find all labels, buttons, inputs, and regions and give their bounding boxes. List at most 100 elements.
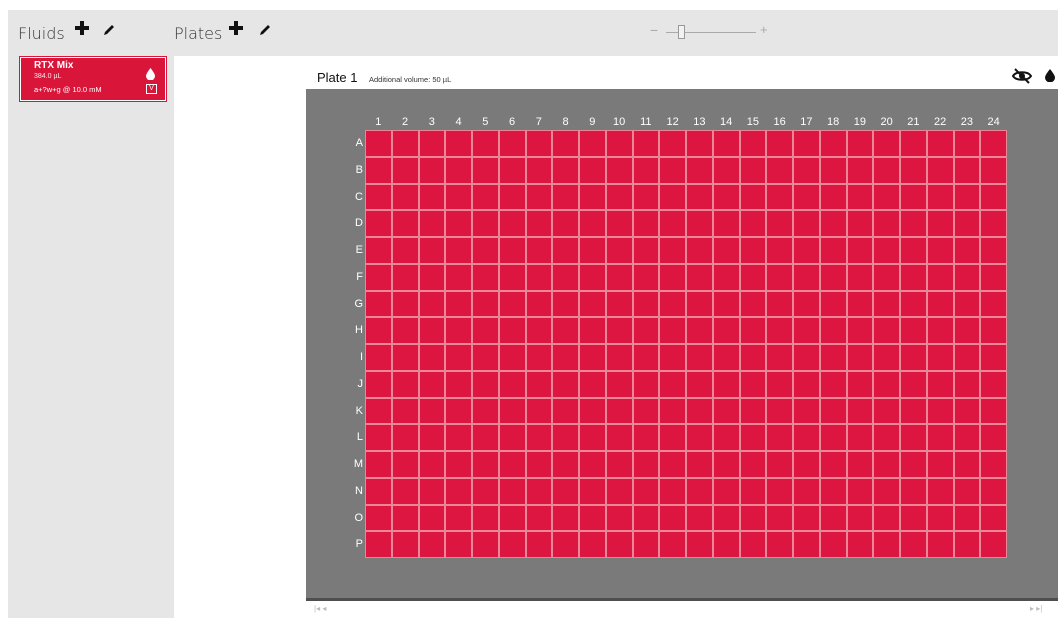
well[interactable] — [632, 344, 660, 371]
column-label[interactable]: 18 — [820, 116, 847, 128]
column-label[interactable]: 4 — [445, 116, 472, 128]
well[interactable] — [900, 156, 927, 184]
well[interactable] — [873, 156, 900, 184]
well[interactable] — [418, 237, 446, 264]
well[interactable] — [391, 263, 419, 291]
well[interactable] — [418, 424, 446, 451]
drop-icon[interactable] — [1045, 69, 1055, 87]
well[interactable] — [659, 477, 686, 505]
well[interactable] — [445, 451, 472, 478]
well[interactable] — [418, 130, 446, 157]
well[interactable] — [418, 210, 446, 237]
well[interactable] — [819, 290, 847, 318]
well[interactable] — [525, 237, 553, 264]
well[interactable] — [739, 183, 767, 211]
well[interactable] — [739, 156, 767, 184]
well[interactable] — [846, 370, 874, 398]
well[interactable] — [712, 290, 740, 318]
well[interactable] — [632, 531, 660, 558]
well[interactable] — [793, 504, 820, 532]
well[interactable] — [552, 451, 579, 478]
well[interactable] — [980, 424, 1007, 451]
well[interactable] — [953, 397, 981, 425]
well[interactable] — [579, 263, 606, 291]
well[interactable] — [418, 290, 446, 318]
well[interactable] — [793, 451, 820, 478]
well[interactable] — [391, 477, 419, 505]
well[interactable] — [525, 130, 553, 157]
well[interactable] — [712, 156, 740, 184]
scroll-left-button[interactable]: |◂ ◂ — [314, 604, 326, 613]
well[interactable] — [686, 183, 713, 211]
well[interactable] — [418, 477, 446, 505]
well[interactable] — [739, 397, 767, 425]
well[interactable] — [659, 210, 686, 237]
column-label[interactable]: 21 — [900, 116, 927, 128]
well[interactable] — [926, 424, 954, 451]
well[interactable] — [445, 370, 472, 398]
well[interactable] — [926, 263, 954, 291]
edit-fluid-button[interactable] — [102, 23, 116, 42]
well[interactable] — [953, 344, 981, 371]
well[interactable] — [926, 370, 954, 398]
well[interactable] — [659, 397, 686, 425]
well[interactable] — [953, 210, 981, 237]
well[interactable] — [552, 344, 579, 371]
well[interactable] — [926, 156, 954, 184]
well[interactable] — [659, 263, 686, 291]
column-label[interactable]: 20 — [873, 116, 900, 128]
well[interactable] — [418, 263, 446, 291]
well[interactable] — [365, 504, 392, 532]
well[interactable] — [712, 451, 740, 478]
well[interactable] — [739, 263, 767, 291]
zoom-out-button[interactable]: − — [650, 22, 658, 38]
row-label[interactable]: K — [343, 405, 363, 417]
well[interactable] — [498, 344, 526, 371]
well[interactable] — [980, 156, 1007, 184]
row-label[interactable]: O — [343, 512, 363, 524]
well[interactable] — [605, 370, 633, 398]
well[interactable] — [445, 263, 472, 291]
well[interactable] — [846, 504, 874, 532]
well[interactable] — [445, 183, 472, 211]
well[interactable] — [846, 263, 874, 291]
column-label[interactable]: 12 — [659, 116, 686, 128]
well[interactable] — [953, 290, 981, 318]
well[interactable] — [605, 130, 633, 157]
well[interactable] — [900, 370, 927, 398]
well[interactable] — [632, 397, 660, 425]
well[interactable] — [498, 424, 526, 451]
well[interactable] — [418, 156, 446, 184]
well[interactable] — [498, 156, 526, 184]
well[interactable] — [739, 370, 767, 398]
well[interactable] — [632, 370, 660, 398]
well[interactable] — [365, 397, 392, 425]
well[interactable] — [445, 210, 472, 237]
well[interactable] — [391, 210, 419, 237]
add-plate-button[interactable] — [228, 20, 244, 40]
row-label[interactable]: C — [343, 191, 363, 203]
well[interactable] — [418, 531, 446, 558]
well[interactable] — [552, 504, 579, 532]
well[interactable] — [472, 130, 499, 157]
well[interactable] — [980, 263, 1007, 291]
row-label[interactable]: E — [343, 244, 363, 256]
row-label[interactable]: L — [343, 431, 363, 443]
well[interactable] — [926, 237, 954, 264]
well[interactable] — [659, 504, 686, 532]
well[interactable] — [391, 156, 419, 184]
well[interactable] — [686, 263, 713, 291]
well[interactable] — [605, 156, 633, 184]
well[interactable] — [365, 130, 392, 157]
well[interactable] — [498, 531, 526, 558]
well[interactable] — [579, 370, 606, 398]
row-label[interactable]: J — [343, 378, 364, 390]
well[interactable] — [819, 263, 847, 291]
well[interactable] — [498, 237, 526, 264]
well[interactable] — [766, 424, 793, 451]
well[interactable] — [391, 504, 419, 532]
well[interactable] — [472, 370, 499, 398]
well[interactable] — [605, 477, 633, 505]
well[interactable] — [659, 531, 686, 558]
well[interactable] — [686, 531, 713, 558]
